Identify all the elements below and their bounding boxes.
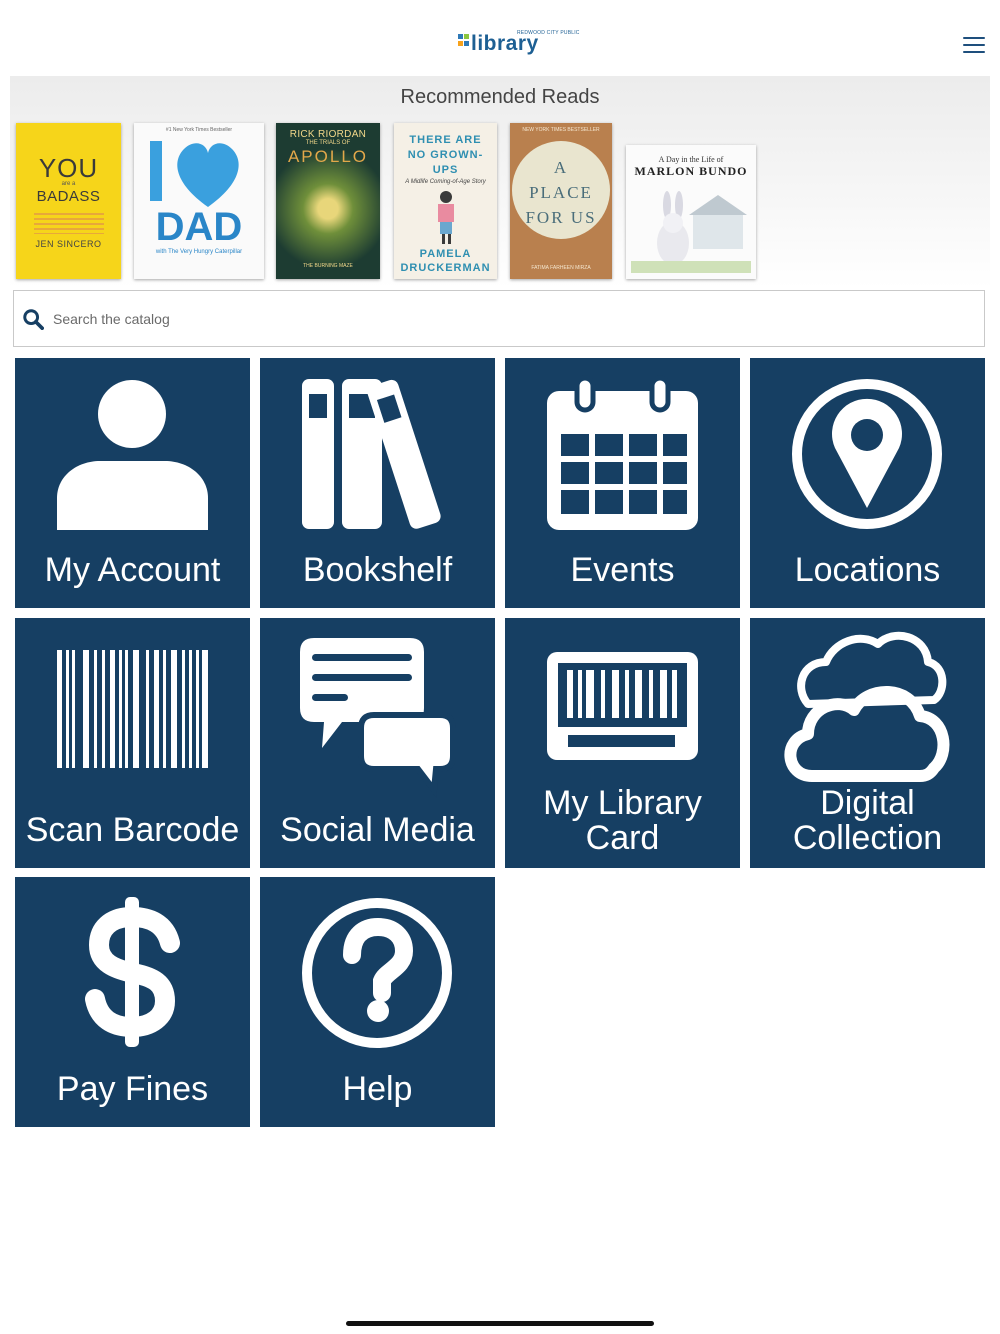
bunny-illustration — [631, 191, 751, 273]
dollar-icon — [85, 897, 180, 1047]
book-title-line: THERE ARE NO GROWN-UPS — [407, 134, 484, 176]
book-cover[interactable]: NEW YORK TIMES BESTSELLER A PLACE FOR US… — [510, 123, 612, 279]
book-title-line: #1 New York Times Bestseller — [165, 127, 233, 133]
map-pin-icon — [792, 379, 942, 529]
my-library-card-label: My Library Card — [505, 786, 740, 856]
library-logo[interactable]: REDWOOD CITY PUBLIC library — [458, 30, 579, 58]
my-library-card-label-line1: My Library — [543, 784, 702, 822]
recommended-reads-carousel[interactable]: Recommended Reads YOU are a BADASS JEN S… — [10, 76, 990, 288]
locations-label: Locations — [794, 551, 941, 589]
book-title-line: MARLON BUNDO — [634, 164, 748, 178]
my-account-label: My Account — [44, 551, 221, 589]
book-title-line: are a — [61, 181, 76, 187]
bookshelf-tile[interactable]: Bookshelf — [260, 358, 495, 608]
book-title-line: A Day in the Life of — [658, 155, 724, 164]
book-title-line: APOLLO — [287, 147, 369, 166]
my-account-tile[interactable]: My Account — [15, 358, 250, 608]
pay-fines-label: Pay Fines — [56, 1070, 209, 1108]
book-author: JEN SINCERO — [35, 239, 102, 249]
book-title-line: NEW YORK TIMES BESTSELLER — [522, 127, 600, 133]
book-decoration — [33, 210, 104, 234]
hamburger-menu-icon[interactable] — [963, 37, 985, 53]
chat-bubbles-icon — [300, 638, 456, 798]
events-label: Events — [570, 551, 675, 589]
digital-collection-label-line2: Collection — [792, 819, 943, 857]
my-library-card-label-line2: Card — [585, 819, 660, 857]
bookshelf-label: Bookshelf — [302, 551, 453, 589]
book-subtitle: THE BURNING MAZE — [303, 263, 353, 269]
book-author: FATIMA FARHEEN MIRZA — [531, 265, 591, 271]
scan-barcode-tile[interactable]: Scan Barcode — [15, 618, 250, 868]
my-library-card-tile[interactable]: My Library Card — [505, 618, 740, 868]
social-media-tile[interactable]: Social Media — [260, 618, 495, 868]
book-cover[interactable]: #1 New York Times Bestseller DAD with Th… — [134, 123, 264, 279]
help-tile[interactable]: Help — [260, 877, 495, 1127]
help-label: Help — [342, 1070, 413, 1108]
book-cover[interactable]: A Day in the Life of MARLON BUNDO — [626, 145, 756, 279]
social-media-label: Social Media — [280, 811, 475, 849]
digital-collection-label-line1: Digital — [820, 784, 915, 822]
pay-fines-tile[interactable]: Pay Fines — [15, 877, 250, 1127]
barcode-icon — [57, 650, 208, 768]
heart-illustration — [150, 141, 239, 207]
digital-collection-tile[interactable]: Digital Collection — [750, 618, 985, 868]
logo-subtitle: REDWOOD CITY PUBLIC — [517, 30, 580, 36]
catalog-search-bar[interactable] — [13, 290, 985, 347]
help-icon — [302, 898, 452, 1048]
person-icon — [57, 380, 208, 530]
search-input[interactable] — [53, 298, 953, 339]
book-subtitle: A Midlife Coming-of-Age Story — [405, 179, 486, 185]
woman-illustration — [437, 191, 454, 244]
search-icon[interactable] — [22, 308, 44, 330]
book-title-line: BADASS — [36, 188, 101, 205]
book-author: PAMELA DRUCKERMAN — [400, 248, 491, 274]
book-cover[interactable]: RICK RIORDAN THE TRIALS OF APOLLO THE BU… — [276, 123, 380, 279]
bookshelf-icon — [302, 379, 441, 529]
recommended-reads-title: Recommended Reads — [400, 86, 600, 108]
book-cover[interactable]: THERE ARE NO GROWN-UPS A Midlife Coming-… — [394, 123, 497, 279]
events-tile[interactable]: Events — [505, 358, 740, 608]
book-subtitle: with The Very Hungry Caterpillar — [155, 249, 243, 255]
book-title-line: YOU — [38, 153, 99, 183]
logo-mark-icon — [458, 34, 469, 46]
digital-collection-label: Digital Collection — [750, 786, 985, 856]
book-title-line: A PLACE FOR US — [525, 158, 597, 227]
home-indicator[interactable] — [346, 1321, 654, 1326]
book-author: RICK RIORDAN — [289, 129, 367, 140]
locations-tile[interactable]: Locations — [750, 358, 985, 608]
book-title-line: DAD — [155, 205, 243, 249]
book-title-line: THE TRIALS OF — [305, 140, 351, 146]
calendar-icon — [547, 375, 698, 530]
app-header: REDWOOD CITY PUBLIC library — [0, 0, 1000, 76]
scan-barcode-label: Scan Barcode — [25, 811, 240, 849]
book-cover[interactable]: YOU are a BADASS JEN SINCERO — [16, 123, 121, 279]
